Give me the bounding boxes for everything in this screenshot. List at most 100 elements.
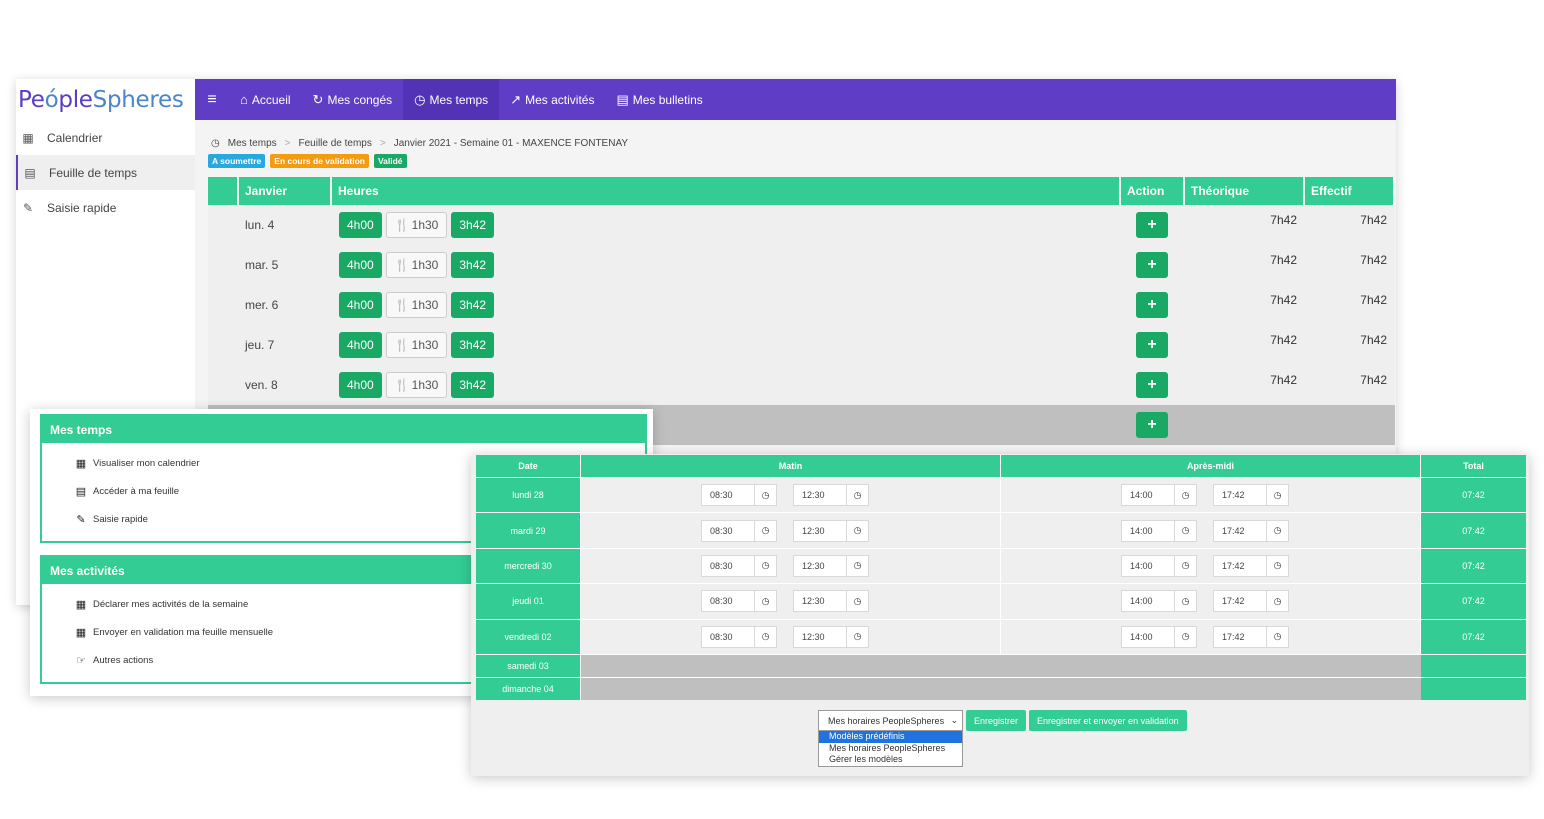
header-action: Action — [1121, 177, 1185, 205]
add-button[interactable]: + — [1136, 332, 1168, 358]
sidebar-item-calendrier[interactable]: ▦ Calendrier — [16, 120, 195, 155]
afternoon-start-input[interactable]: 14:00 ◷ — [1121, 519, 1197, 542]
add-button[interactable]: + — [1136, 412, 1168, 438]
clock-icon[interactable]: ◷ — [846, 555, 868, 576]
morning-end-input[interactable]: 12:30 ◷ — [793, 484, 869, 507]
afternoon-hours-button[interactable]: 3h42 — [451, 212, 495, 238]
morning-hours-button[interactable]: 4h00 — [339, 292, 382, 318]
morning-hours-button[interactable]: 4h00 — [339, 252, 382, 278]
sidebar-item-saisie-rapide[interactable]: ✎ Saisie rapide — [16, 190, 195, 225]
afternoon-end-input[interactable]: 17:42 ◷ — [1213, 519, 1289, 542]
status-badge-en-cours: En cours de validation — [270, 154, 369, 168]
morning-start-input[interactable]: 08:30 ◷ — [701, 590, 777, 613]
clock-icon[interactable]: ◷ — [846, 485, 868, 506]
breadcrumb-current: Janvier 2021 - Semaine 01 - MAXENCE FONT… — [393, 138, 629, 149]
morning-start-input[interactable]: 08:30 ◷ — [701, 484, 777, 507]
clock-icon[interactable]: ◷ — [1174, 555, 1196, 576]
clock-icon[interactable]: ◷ — [754, 591, 776, 612]
morning-end-input[interactable]: 12:30 ◷ — [793, 554, 869, 577]
week-table-header: Janvier Heures Action Théorique Effectif — [208, 177, 1395, 205]
nav-mes-conges[interactable]: ↻ Mes congés — [302, 79, 404, 120]
week-table: Janvier Heures Action Théorique Effectif… — [208, 177, 1395, 445]
refresh-icon: ↻ — [312, 91, 324, 107]
breadcrumb-separator: > — [379, 138, 386, 149]
template-select[interactable]: Mes horaires PeopleSpheres ⌄ — [818, 710, 963, 731]
fork-knife-icon: 🍴 — [394, 258, 410, 272]
clock-icon[interactable]: ◷ — [1174, 626, 1196, 647]
add-button[interactable]: + — [1136, 292, 1168, 318]
document-icon: ▤ — [616, 91, 629, 107]
add-button[interactable]: + — [1136, 252, 1168, 278]
save-button[interactable]: Enregistrer — [966, 710, 1027, 731]
home-icon: ⌂ — [240, 92, 248, 107]
breadcrumb-separator: > — [284, 138, 291, 149]
dropdown-option[interactable]: Mes horaires PeopleSpheres — [819, 743, 962, 755]
afternoon-start-input[interactable]: 14:00 ◷ — [1121, 625, 1197, 648]
dropdown-option[interactable]: Gérer les modèles — [819, 754, 962, 766]
afternoon-hours-button[interactable]: 3h42 — [451, 252, 495, 278]
afternoon-hours-button[interactable]: 3h42 — [451, 292, 495, 318]
menu-icon[interactable]: ≡ — [195, 91, 229, 109]
nav-accueil[interactable]: ⌂ Accueil — [229, 79, 302, 120]
top-navbar: ≡ ⌂ Accueil ↻ Mes congés ◷ Mes temps ↗ Mes a… — [195, 79, 1396, 120]
morning-start-input[interactable]: 08:30 ◷ — [701, 554, 777, 577]
afternoon-start-input[interactable]: 14:00 ◷ — [1121, 554, 1197, 577]
lunch-break-button[interactable]: 🍴 1h30 — [385, 332, 448, 358]
lunch-break-button[interactable]: 🍴 1h30 — [385, 292, 448, 318]
morning-end-input[interactable]: 12:30 ◷ — [793, 590, 869, 613]
breadcrumb-item[interactable]: Feuille de temps — [298, 138, 371, 149]
clock-icon[interactable]: ◷ — [754, 555, 776, 576]
clock-icon[interactable]: ◷ — [1266, 485, 1288, 506]
template-dropdown: Modèles prédéfinis Mes horaires PeopleSp… — [818, 730, 963, 767]
row-total: 07:42 — [1421, 478, 1526, 513]
clock-icon: ◷ — [211, 138, 220, 149]
dropdown-option[interactable]: Modèles prédéfinis — [819, 731, 962, 743]
header-theoretical: Théorique — [1185, 177, 1305, 205]
morning-hours-button[interactable]: 4h00 — [339, 332, 382, 358]
lunch-break-button[interactable]: 🍴 1h30 — [385, 212, 448, 238]
nav-mes-bulletins[interactable]: ▤ Mes bulletins — [605, 79, 713, 120]
clock-icon[interactable]: ◷ — [1266, 591, 1288, 612]
clock-icon[interactable]: ◷ — [754, 485, 776, 506]
clock-icon[interactable]: ◷ — [754, 626, 776, 647]
afternoon-end-input[interactable]: 17:42 ◷ — [1213, 484, 1289, 507]
morning-hours-button[interactable]: 4h00 — [339, 212, 382, 238]
afternoon-hours-button[interactable]: 3h42 — [451, 332, 495, 358]
sidebar-item-feuille-de-temps[interactable]: ▤ Feuille de temps — [16, 155, 195, 190]
clock-icon[interactable]: ◷ — [1266, 520, 1288, 541]
morning-start-input[interactable]: 08:30 ◷ — [701, 625, 777, 648]
schedule-table: Date Matin Après-midi Total lundi 28 08:… — [476, 455, 1526, 700]
clock-icon[interactable]: ◷ — [1174, 485, 1196, 506]
lunch-break-button[interactable]: 🍴 1h30 — [385, 372, 448, 398]
clock-icon[interactable]: ◷ — [846, 520, 868, 541]
calendar-icon: ▦ — [75, 457, 87, 470]
morning-start-input[interactable]: 08:30 ◷ — [701, 519, 777, 542]
clock-icon[interactable]: ◷ — [1266, 626, 1288, 647]
clock-icon[interactable]: ◷ — [846, 626, 868, 647]
nav-mes-temps[interactable]: ◷ Mes temps — [403, 79, 500, 120]
clock-icon[interactable]: ◷ — [1266, 555, 1288, 576]
morning-hours-button[interactable]: 4h00 — [339, 372, 382, 398]
actual-value: 7h42 — [1360, 293, 1387, 307]
afternoon-hours-button[interactable]: 3h42 — [451, 372, 495, 398]
afternoon-start-input[interactable]: 14:00 ◷ — [1121, 590, 1197, 613]
morning-end-input[interactable]: 12:30 ◷ — [793, 519, 869, 542]
clock-icon[interactable]: ◷ — [1174, 520, 1196, 541]
nav-mes-activites[interactable]: ↗ Mes activités — [499, 79, 605, 120]
save-and-submit-button[interactable]: Enregistrer et envoyer en validation — [1029, 710, 1187, 731]
logo[interactable]: PeópleSpheres — [16, 79, 195, 120]
add-button[interactable]: + — [1136, 212, 1168, 238]
hand-pointer-icon: ☞ — [76, 654, 86, 667]
lunch-break-button[interactable]: 🍴 1h30 — [385, 252, 448, 278]
breadcrumb-item[interactable]: Mes temps — [228, 138, 277, 149]
afternoon-end-input[interactable]: 17:42 ◷ — [1213, 590, 1289, 613]
add-button[interactable]: + — [1136, 372, 1168, 398]
clock-icon[interactable]: ◷ — [1174, 591, 1196, 612]
clock-icon[interactable]: ◷ — [846, 591, 868, 612]
afternoon-end-input[interactable]: 17:42 ◷ — [1213, 625, 1289, 648]
afternoon-end-input[interactable]: 17:42 ◷ — [1213, 554, 1289, 577]
afternoon-start-input[interactable]: 14:00 ◷ — [1121, 484, 1197, 507]
clock-icon[interactable]: ◷ — [754, 520, 776, 541]
morning-end-input[interactable]: 12:30 ◷ — [793, 625, 869, 648]
actual-value: 7h42 — [1360, 333, 1387, 347]
